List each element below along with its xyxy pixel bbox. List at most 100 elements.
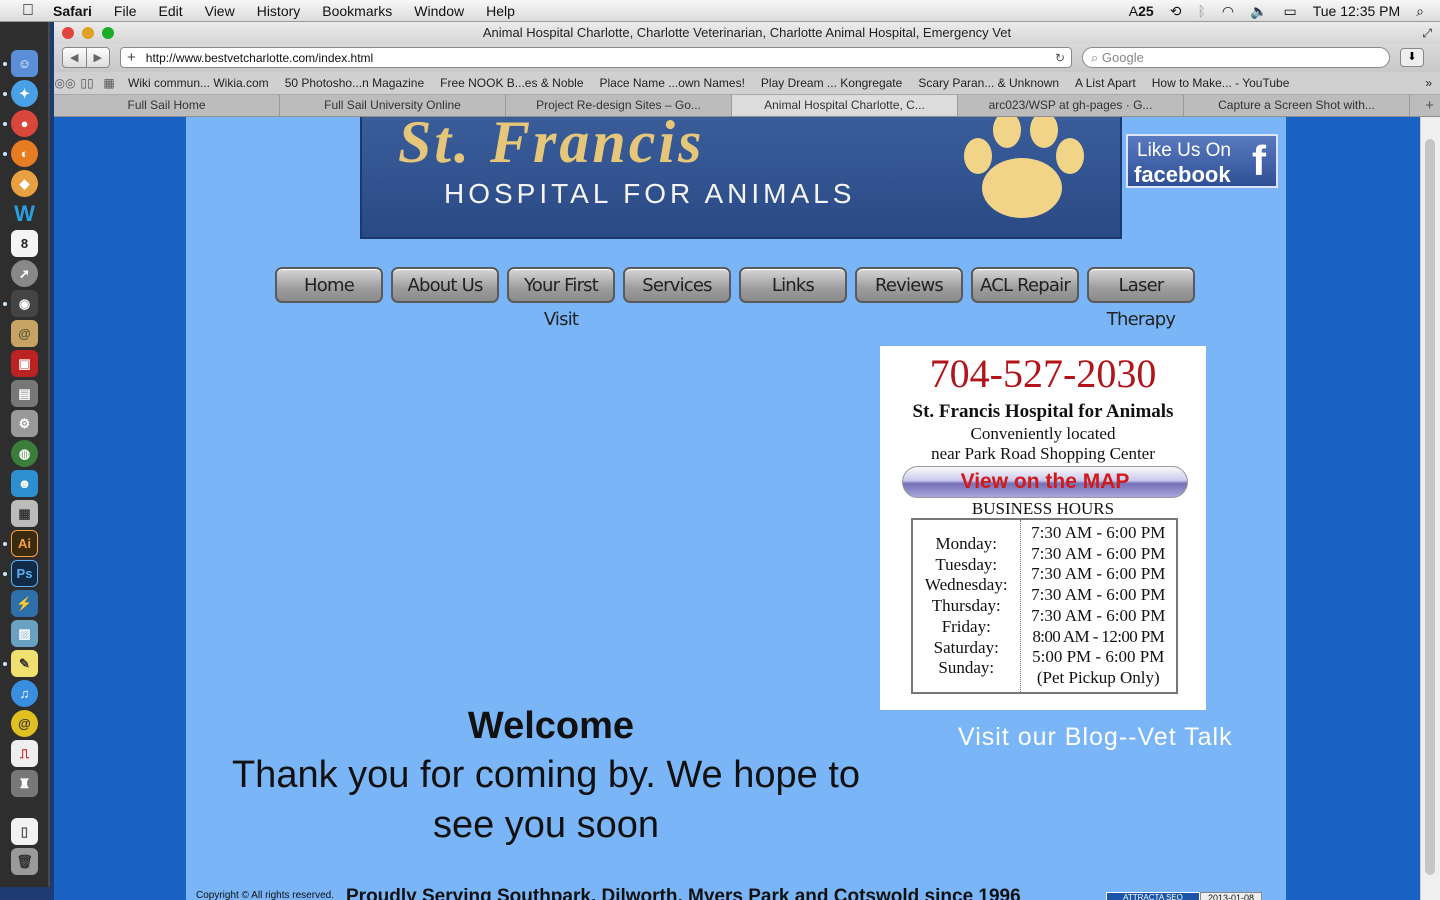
bookmark-item[interactable]: A List Apart <box>1067 76 1144 90</box>
bookmark-item[interactable]: Scary Paran... & Unknown <box>910 76 1067 90</box>
menu-edit[interactable]: Edit <box>147 0 193 22</box>
top-sites-icon[interactable]: ▦ <box>98 76 120 90</box>
day-label: Tuesday: <box>935 554 998 574</box>
bookmarks-book-icon[interactable]: ▯▯ <box>76 76 98 90</box>
bookmark-item[interactable]: Play Dream ... Kongregate <box>753 76 910 90</box>
calculator-icon[interactable]: ▦ <box>11 500 38 527</box>
day-label: Sunday: <box>938 658 995 678</box>
more-bookmarks-icon[interactable]: » <box>1425 76 1432 90</box>
preview-icon[interactable]: ▨ <box>11 620 38 647</box>
wifi-icon[interactable]: ◠ <box>1222 3 1234 20</box>
menu-app-safari[interactable]: Safari <box>42 0 103 22</box>
tab[interactable]: arc023/WSP at gh-pages · G... <box>958 95 1184 116</box>
phone-number[interactable]: 704-527-2030 <box>880 350 1206 397</box>
app-icon[interactable]: ◆ <box>11 170 38 197</box>
apple-menu-icon[interactable]:  <box>14 2 42 20</box>
menu-file[interactable]: File <box>103 0 148 22</box>
running-indicator <box>3 152 7 156</box>
view-map-button[interactable]: View on the MAP <box>902 466 1188 498</box>
pdf-icon[interactable]: ⎍ <box>11 740 38 767</box>
stickies-icon[interactable]: ✎ <box>11 650 38 677</box>
system-preferences-icon[interactable]: ⚙ <box>11 410 38 437</box>
launchpad-icon[interactable]: ➚ <box>11 260 38 287</box>
forward-button[interactable]: ▶ <box>85 48 110 67</box>
finder-icon[interactable]: ☺ <box>11 50 38 77</box>
word-icon[interactable]: W <box>11 200 38 227</box>
menu-help[interactable]: Help <box>475 0 526 22</box>
minimize-button[interactable] <box>82 27 94 39</box>
dock: ☺ ✦ ● ◐ ◆ W 8 ➚ ◉ @ ▣ ▤ ⚙ ◍ ☻ ▦ Ai Ps ⚡ … <box>0 22 50 887</box>
bookmark-item[interactable]: Free NOOK B...es & Noble <box>432 76 591 90</box>
fullscreen-icon[interactable]: ⤢ <box>1422 22 1432 44</box>
logo-subtitle: HOSPITAL FOR ANIMALS <box>444 178 856 209</box>
downloads-icon[interactable]: ⬇ <box>1400 48 1424 67</box>
firefox-icon[interactable]: ◐ <box>11 140 38 167</box>
tab-active[interactable]: Animal Hospital Charlotte, C... <box>732 95 958 116</box>
menu-view[interactable]: View <box>194 0 246 22</box>
volume-icon[interactable]: 🔈 <box>1250 3 1267 20</box>
messenger-icon[interactable]: ☻ <box>11 470 38 497</box>
contacts-icon[interactable]: @ <box>11 320 38 347</box>
bluetooth-icon[interactable]: ᛒ <box>1197 3 1205 19</box>
menu-window[interactable]: Window <box>403 0 475 22</box>
nav-about-us[interactable]: About Us <box>391 267 499 303</box>
menu-history[interactable]: History <box>246 0 312 22</box>
nav-links[interactable]: Links <box>739 267 847 303</box>
nav-your-first-visit[interactable]: Your First Visit <box>507 267 615 330</box>
battery-icon[interactable]: ▭ <box>1284 3 1297 20</box>
bookmark-item[interactable]: Wiki commun... Wikia.com <box>120 76 277 90</box>
status-area: A25 ⟲ ᛒ ◠ 🔈 ▭ Tue 12:35 PM ⌕ <box>1129 0 1440 22</box>
bookmark-item[interactable]: 50 Photosho...n Magazine <box>277 76 432 90</box>
nav-laser-therapy[interactable]: Laser Therapy <box>1087 267 1195 330</box>
nav-reviews[interactable]: Reviews <box>855 267 963 303</box>
calendar-icon[interactable]: 8 <box>11 230 38 257</box>
iphoto-icon[interactable]: ▤ <box>11 380 38 407</box>
site-logo[interactable]: St. Francis HOSPITAL FOR ANIMALS <box>360 117 1122 239</box>
dreamweaver-icon[interactable]: @ <box>11 710 38 737</box>
itunes-icon[interactable]: ♫ <box>11 680 38 707</box>
nav-services[interactable]: Services <box>623 267 731 303</box>
browser-window: Animal Hospital Charlotte, Charlotte Vet… <box>54 22 1440 900</box>
address-bar[interactable]: + http://www.bestvetcharlotte.com/index.… <box>120 47 1072 68</box>
reading-list-icon[interactable]: ◎◎ <box>54 76 76 90</box>
time-machine-icon[interactable]: ⟲ <box>1170 3 1182 20</box>
nav-acl-repair[interactable]: ACL Repair <box>971 267 1079 303</box>
adobe-status-icon[interactable]: A25 <box>1129 3 1154 19</box>
clock[interactable]: Tue 12:35 PM <box>1313 3 1400 19</box>
facetime-icon[interactable]: ◉ <box>11 290 38 317</box>
welcome-heading: Welcome <box>467 705 635 747</box>
bookmark-item[interactable]: Place Name ...own Names! <box>592 76 753 90</box>
blog-link[interactable]: Visit our Blog--Vet Talk <box>958 723 1233 752</box>
seo-badge[interactable]: ATTRACTA SEO <box>1106 892 1200 900</box>
chrome-icon[interactable]: ● <box>11 110 38 137</box>
close-button[interactable] <box>62 27 74 39</box>
url-text[interactable]: http://www.bestvetcharlotte.com/index.ht… <box>146 48 373 68</box>
add-bookmark-icon[interactable]: + <box>127 48 136 68</box>
tab[interactable]: Full Sail Home <box>54 95 280 116</box>
window-title: Animal Hospital Charlotte, Charlotte Vet… <box>482 25 1012 40</box>
facebook-like-button[interactable]: Like Us On facebook f <box>1126 134 1278 188</box>
tab[interactable]: Project Re-design Sites – Go... <box>506 95 732 116</box>
bookmark-item[interactable]: How to Make... - YouTube <box>1144 76 1298 90</box>
illustrator-icon[interactable]: Ai <box>11 530 38 557</box>
automator-icon[interactable]: ♜ <box>11 770 38 797</box>
photo-booth-icon[interactable]: ▣ <box>11 350 38 377</box>
reload-icon[interactable]: ↻ <box>1055 48 1065 68</box>
trash-icon[interactable]: 🗑 <box>11 848 38 875</box>
back-button[interactable]: ◀ <box>63 48 86 67</box>
flash-icon[interactable]: ⚡ <box>11 590 38 617</box>
tab[interactable]: Capture a Screen Shot with... <box>1184 95 1410 116</box>
search-input[interactable]: ⌕ Google <box>1082 47 1390 68</box>
tab[interactable]: Full Sail University Online <box>280 95 506 116</box>
safari-icon[interactable]: ✦ <box>11 80 38 107</box>
new-tab-button[interactable]: + <box>1425 97 1434 114</box>
vertical-scrollbar[interactable] <box>1420 117 1440 900</box>
documents-icon[interactable]: ▯ <box>11 818 38 845</box>
spotlight-icon[interactable]: ⌕ <box>1416 3 1424 20</box>
scrollbar-thumb[interactable] <box>1425 139 1435 875</box>
nav-home[interactable]: Home <box>275 267 383 303</box>
globe-icon[interactable]: ◍ <box>11 440 38 467</box>
menu-bookmarks[interactable]: Bookmarks <box>311 0 403 22</box>
photoshop-icon[interactable]: Ps <box>11 560 38 587</box>
zoom-button[interactable] <box>102 27 114 39</box>
